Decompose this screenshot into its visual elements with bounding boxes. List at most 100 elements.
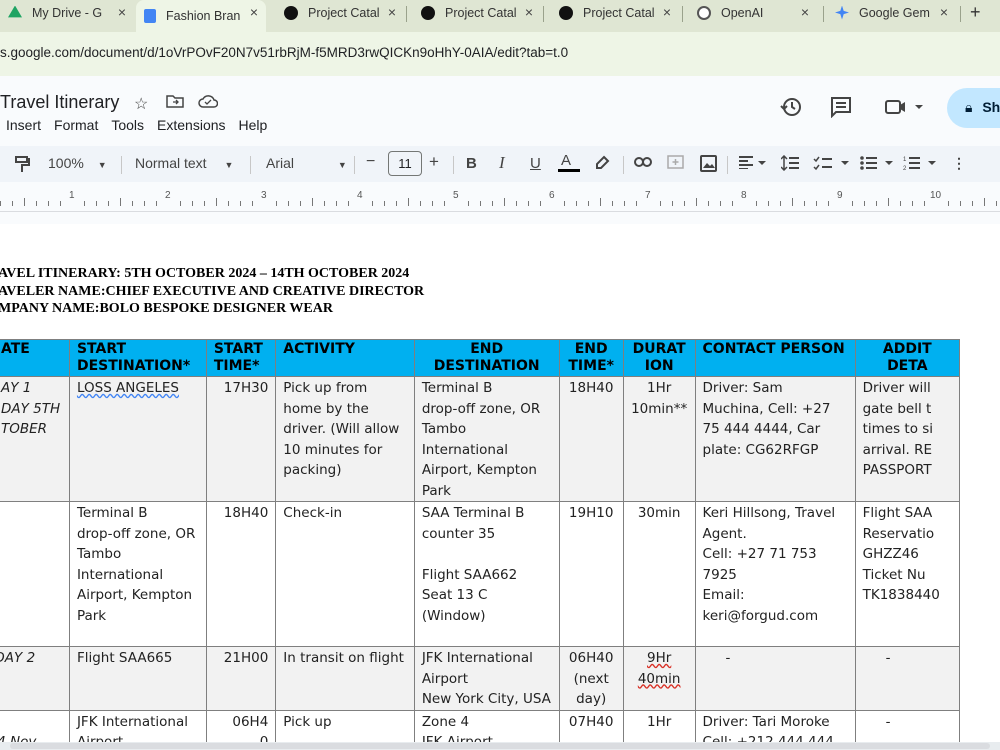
- ruler-tick: [972, 201, 973, 206]
- menu-extensions[interactable]: Extensions: [157, 117, 225, 133]
- table-cell: [0, 501, 70, 647]
- table-row[interactable]: AY 1 DAY 5TH TOBER LOSS ANGELES 17H30 Pi…: [0, 376, 961, 502]
- document-page[interactable]: AVEL ITINERARY: 5TH OCTOBER 2024 – 14TH …: [0, 224, 1000, 742]
- spelling-underlined-text: LOSS ANGELES: [76, 380, 179, 396]
- close-icon[interactable]: ×: [388, 4, 396, 20]
- tab-project-catalog-3[interactable]: Project Catal ×: [559, 0, 671, 25]
- table-cell: 18H40: [558, 376, 624, 502]
- close-icon[interactable]: ×: [525, 4, 533, 20]
- ruler-tick: [708, 201, 709, 206]
- decrease-font-size-button[interactable]: −: [366, 153, 375, 171]
- traveler-name-line: AVELER NAME:CHIEF EXECUTIVE AND CREATIVE…: [0, 284, 425, 299]
- move-folder-icon[interactable]: [166, 94, 184, 113]
- toolbar-divider: [623, 156, 624, 174]
- ruler-tick: [156, 201, 157, 206]
- zoom-select[interactable]: 100% ▼: [48, 155, 107, 171]
- document-title[interactable]: Travel Itinerary: [0, 92, 119, 113]
- lock-icon: 🔒︎: [965, 99, 973, 115]
- font-size-input[interactable]: 11: [388, 151, 422, 176]
- highlight-pen-icon[interactable]: [594, 155, 610, 174]
- add-comment-icon[interactable]: [667, 155, 684, 175]
- gemini-icon: [835, 5, 849, 20]
- star-icon[interactable]: ☆: [134, 94, 148, 114]
- meet-icon[interactable]: [884, 96, 924, 124]
- ruler-tick: [96, 201, 97, 206]
- ruler-tick: [36, 201, 37, 206]
- style-select[interactable]: Normal text ▼: [135, 155, 233, 171]
- table-cell: SAA Terminal B counter 35 Flight SAA662 …: [413, 501, 560, 647]
- table-row[interactable]: Terminal B drop-off zone, OR Tambo Inter…: [0, 501, 961, 647]
- increase-font-size-button[interactable]: +: [429, 152, 439, 172]
- underline-button[interactable]: U: [530, 155, 541, 172]
- ruler-tick: [612, 201, 613, 206]
- ruler-tick: [120, 198, 121, 206]
- toolbar-divider: [727, 156, 728, 174]
- ruler-tick: [780, 201, 781, 206]
- ruler-number: 7: [645, 190, 651, 201]
- ruler-tick: [384, 201, 385, 206]
- share-button[interactable]: 🔒︎ Sh: [947, 88, 1000, 128]
- table-row[interactable]: nto DAY 2 Flight SAA665 21H00 In transit…: [0, 646, 961, 711]
- ruler[interactable]: 1 2 3 4 5 6 7 8 9 10: [0, 186, 1000, 212]
- tab-project-catalog-1[interactable]: Project Catal ×: [284, 0, 396, 25]
- close-icon[interactable]: ×: [250, 4, 258, 20]
- table-cell: Flight SAA665: [68, 646, 207, 711]
- google-drive-icon: [8, 5, 22, 18]
- toolbar-divider: [354, 156, 355, 174]
- new-tab-button[interactable]: +: [970, 2, 981, 23]
- ruler-tick: [696, 198, 697, 206]
- ruler-tick: [624, 201, 625, 206]
- table-cell: nto DAY 2: [0, 646, 70, 711]
- menu-format[interactable]: Format: [54, 117, 98, 133]
- table-cell: 07H40: [558, 709, 624, 742]
- align-icon[interactable]: [738, 155, 766, 172]
- tab-label: Project Catal: [308, 5, 380, 20]
- ruler-tick: [216, 198, 217, 206]
- scrollbar-thumb[interactable]: [10, 743, 990, 749]
- menu-tools[interactable]: Tools: [111, 117, 144, 133]
- font-select[interactable]: Arial ▼: [266, 155, 347, 171]
- close-icon[interactable]: ×: [940, 4, 948, 20]
- close-icon[interactable]: ×: [118, 4, 126, 20]
- close-icon[interactable]: ×: [801, 4, 809, 20]
- tab-my-drive[interactable]: My Drive - G ×: [8, 0, 126, 25]
- horizontal-scrollbar[interactable]: [0, 742, 1000, 750]
- table-cell: 21H00: [205, 646, 277, 711]
- menu-insert[interactable]: Insert: [6, 117, 41, 133]
- tab-label: Fashion Bran: [166, 9, 241, 23]
- ruler-tick: [396, 201, 397, 206]
- close-icon[interactable]: ×: [663, 4, 671, 20]
- tab-fashion-brand[interactable]: Fashion Bran ×: [136, 0, 266, 32]
- ruler-number: 5: [453, 190, 459, 201]
- menu-help[interactable]: Help: [239, 117, 268, 133]
- numbered-list-icon[interactable]: 12: [903, 155, 937, 174]
- ruler-tick: [948, 201, 949, 206]
- upwork-icon: [421, 5, 435, 20]
- url-text[interactable]: s.google.com/document/d/1oVrPOvF20N7v51r…: [0, 45, 568, 60]
- checklist-icon[interactable]: [813, 155, 849, 174]
- ruler-tick: [48, 201, 49, 206]
- text-color-button[interactable]: A: [558, 152, 580, 172]
- header-end-time: END TIME*: [558, 339, 624, 377]
- comments-icon[interactable]: [830, 96, 852, 124]
- paint-format-icon[interactable]: [14, 155, 30, 176]
- more-options-icon[interactable]: ⋮: [952, 155, 966, 172]
- cloud-status-icon[interactable]: [198, 94, 219, 113]
- ruler-tick: [408, 198, 409, 206]
- bold-button[interactable]: B: [466, 155, 477, 172]
- version-history-icon[interactable]: [780, 96, 802, 124]
- ruler-tick: [576, 201, 577, 206]
- italic-button[interactable]: I: [499, 153, 505, 173]
- tab-openai[interactable]: OpenAI ×: [697, 0, 809, 25]
- bulleted-list-icon[interactable]: [860, 155, 894, 174]
- ruler-tick: [24, 198, 25, 206]
- tab-label: OpenAI: [721, 5, 764, 20]
- tab-project-catalog-2[interactable]: Project Catal ×: [421, 0, 533, 25]
- browser-tab-bar: My Drive - G × Fashion Bran × Project Ca…: [0, 0, 1000, 32]
- tab-google-gemini[interactable]: Google Gem ×: [835, 0, 948, 25]
- line-spacing-icon[interactable]: [780, 154, 799, 174]
- link-icon[interactable]: [634, 155, 652, 172]
- insert-image-icon[interactable]: [700, 155, 717, 175]
- spelling-underlined-text: 9Hr 40min: [637, 650, 681, 687]
- table-row[interactable]: AY 2 ay 14 Nov JFK International Airport…: [0, 709, 961, 742]
